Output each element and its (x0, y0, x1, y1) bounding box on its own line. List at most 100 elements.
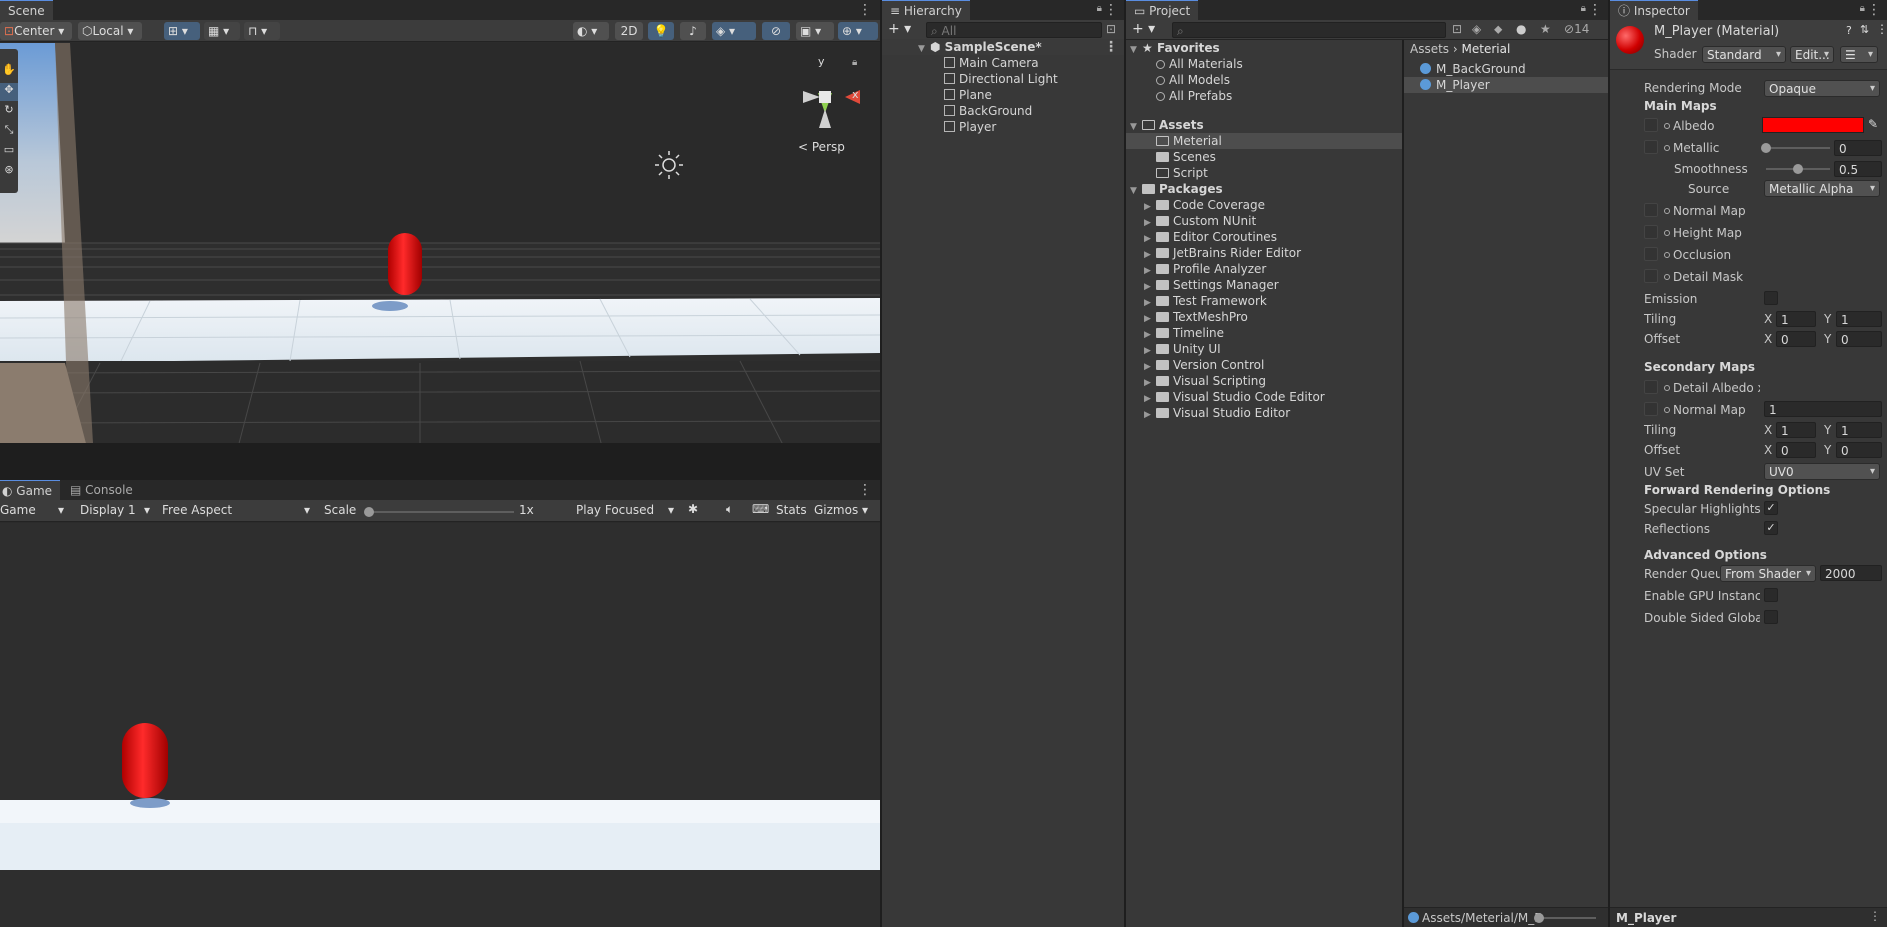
package-folder[interactable]: ▶ Timeline (1144, 325, 1224, 341)
display-dropdown[interactable]: Display 1 ▾ (80, 503, 156, 517)
smoothness-field[interactable]: 0.5 (1834, 161, 1882, 177)
create-asset-button[interactable]: + ▾ (1132, 21, 1155, 37)
search-by-type-icon[interactable]: ⊡ (1106, 22, 1116, 36)
metallic-field[interactable]: 0 (1834, 140, 1882, 156)
file-item[interactable]: M_BackGround (1404, 61, 1608, 77)
lock-icon[interactable]: 🔒︎ (1860, 3, 1865, 14)
project-search-input[interactable]: ⌕ (1172, 22, 1446, 38)
lock-icon[interactable]: 🔒︎ (1097, 3, 1102, 14)
shader-options-button[interactable]: ☰ (1840, 46, 1878, 63)
render-queue-dropdown[interactable]: From Shader (1720, 565, 1816, 582)
render-queue-field[interactable]: 2000 (1820, 565, 1882, 581)
rotate-tool-icon[interactable]: ↻ (0, 103, 18, 121)
effects-dropdown[interactable]: ◈ ▾ (712, 22, 756, 40)
hierarchy-item[interactable]: Directional Light (882, 71, 1058, 87)
hierarchy-item[interactable]: Main Camera (882, 55, 1039, 71)
package-folder[interactable]: ▶ Visual Studio Code Editor (1144, 389, 1325, 405)
vertical-divider[interactable] (1124, 0, 1126, 927)
secondary-offset-y-field[interactable]: 0 (1836, 442, 1882, 458)
file-item[interactable]: M_Player (1404, 77, 1608, 93)
package-folder[interactable]: ▶ TextMeshPro (1144, 309, 1248, 325)
scale-slider[interactable] (368, 511, 514, 513)
game-menu-icon[interactable]: ⋮ (858, 480, 872, 500)
grid-snap-button[interactable]: ⊞ ▾ (164, 22, 200, 40)
albedo-texture-slot[interactable] (1644, 118, 1658, 132)
edit-shader-button[interactable]: Edit... (1790, 46, 1834, 63)
component-menu-icon[interactable]: ⋮ (1876, 22, 1887, 36)
draw-mode-dropdown[interactable]: ◐ ▾ (573, 22, 609, 40)
hand-tool-icon[interactable]: ✋ (0, 63, 18, 81)
package-folder[interactable]: ▶ Unity UI (1144, 341, 1221, 357)
package-folder[interactable]: ▶ Version Control (1144, 357, 1264, 373)
space-dropdown[interactable]: ⬡Local ▾ (78, 22, 142, 40)
metallic-slider-knob[interactable] (1761, 143, 1771, 153)
gizmos-dropdown[interactable]: ⊕ ▾ (838, 22, 878, 40)
transform-tool-icon[interactable]: ⊛ (0, 163, 18, 181)
rect-tool-icon[interactable]: ▭ (0, 143, 18, 161)
aspect-dropdown[interactable]: Free Aspect ▾ (162, 503, 316, 517)
favorite-item[interactable]: All Models (1156, 72, 1230, 88)
icon-size-slider-knob[interactable] (1534, 913, 1544, 923)
package-folder[interactable]: ▶ Test Framework (1144, 293, 1267, 309)
reflections-checkbox[interactable]: ✓ (1764, 521, 1778, 535)
preview-menu-icon[interactable]: ⋮ (1869, 909, 1881, 923)
hierarchy-search-input[interactable]: ⌕ All (926, 22, 1102, 38)
scene-viewport[interactable]: ✋ ✥ ↻ ⤡ ▭ ⊛ y x 🔒︎ < Persp (0, 43, 880, 478)
double-sided-checkbox[interactable] (1764, 610, 1778, 624)
asset-folder[interactable]: Script (1156, 165, 1208, 181)
breadcrumb-item[interactable]: Assets (1410, 42, 1449, 56)
increment-snap-button[interactable]: ⊓ ▾ (244, 22, 280, 40)
detail-albedo-slot[interactable] (1644, 380, 1658, 394)
inspector-menu-icon[interactable]: ⋮ (1867, 0, 1881, 20)
scale-tool-icon[interactable]: ⤡ (0, 123, 18, 141)
package-folder[interactable]: ▶ Settings Manager (1144, 277, 1279, 293)
hierarchy-item[interactable]: Plane (882, 87, 992, 103)
secondary-tiling-y-field[interactable]: 1 (1836, 422, 1882, 438)
move-tool-icon[interactable]: ✥ (0, 83, 18, 101)
secondary-normal-scale-field[interactable]: 1 (1764, 401, 1882, 417)
height-map-slot[interactable] (1644, 225, 1658, 239)
emission-checkbox[interactable] (1764, 291, 1778, 305)
tiling-x-field[interactable]: 1 (1776, 311, 1816, 327)
package-folder[interactable]: ▶ Code Coverage (1144, 197, 1265, 213)
eyedropper-icon[interactable]: ✎ (1868, 117, 1878, 131)
asset-folder[interactable]: Scenes (1156, 149, 1216, 165)
gizmos-button[interactable]: Gizmos ▾ (814, 503, 868, 517)
package-folder[interactable]: ▶ Custom NUnit (1144, 213, 1256, 229)
tag-icon[interactable]: ⬥ (1494, 22, 1502, 37)
specular-highlights-checkbox[interactable]: ✓ (1764, 501, 1778, 515)
stats-button[interactable]: Stats (776, 503, 807, 517)
scene-options-icon[interactable]: ⋮ (1104, 37, 1118, 57)
preview-footer[interactable]: M_Player ⋮ (1610, 907, 1887, 927)
scene-menu-icon[interactable]: ⋮ (858, 0, 872, 20)
smoothness-slider-knob[interactable] (1793, 164, 1803, 174)
bug-icon[interactable]: ✱ (688, 502, 698, 516)
offset-y-field[interactable]: 0 (1836, 331, 1882, 347)
favorite-item[interactable]: All Materials (1156, 56, 1243, 72)
lock-icon[interactable]: 🔒︎ (1581, 3, 1586, 14)
tab-inspector[interactable]: ⓘ Inspector (1610, 0, 1698, 20)
search-by-type-icon[interactable]: ⊡ (1452, 22, 1462, 36)
tab-project[interactable]: ▭ Project (1126, 0, 1199, 20)
package-folder[interactable]: ▶ Visual Scripting (1144, 373, 1266, 389)
hierarchy-item[interactable]: BackGround (882, 103, 1032, 119)
hidden-packages-icon[interactable]: ⊘14 (1564, 22, 1589, 36)
normal-map-slot[interactable] (1644, 203, 1658, 217)
assets-header[interactable]: ▼ Assets (1130, 117, 1204, 133)
vertical-divider[interactable] (880, 0, 882, 927)
lock-icon[interactable]: 🔒︎ (852, 57, 857, 68)
metallic-texture-slot[interactable] (1644, 140, 1658, 154)
source-dropdown[interactable]: Metallic Alpha (1764, 180, 1880, 197)
favorites-header[interactable]: ▼ ★ Favorites (1130, 40, 1220, 56)
albedo-color-swatch[interactable] (1762, 117, 1864, 133)
packages-header[interactable]: ▼ Packages (1130, 181, 1223, 197)
tab-hierarchy[interactable]: ≡ Hierarchy (882, 0, 970, 20)
shader-dropdown[interactable]: Standard (1702, 46, 1786, 63)
project-menu-icon[interactable]: ⋮ (1588, 0, 1602, 20)
favorite-star-icon[interactable]: ★ (1540, 22, 1551, 36)
uv-set-dropdown[interactable]: UV0 (1764, 463, 1880, 480)
scene-root-item[interactable]: ▼ ⬢ SampleScene* ⋮ (882, 39, 1124, 55)
mute-audio-icon[interactable]: 🔈︎ (726, 502, 733, 517)
breadcrumb-item[interactable]: Meterial (1462, 42, 1511, 56)
detail-mask-slot[interactable] (1644, 269, 1658, 283)
